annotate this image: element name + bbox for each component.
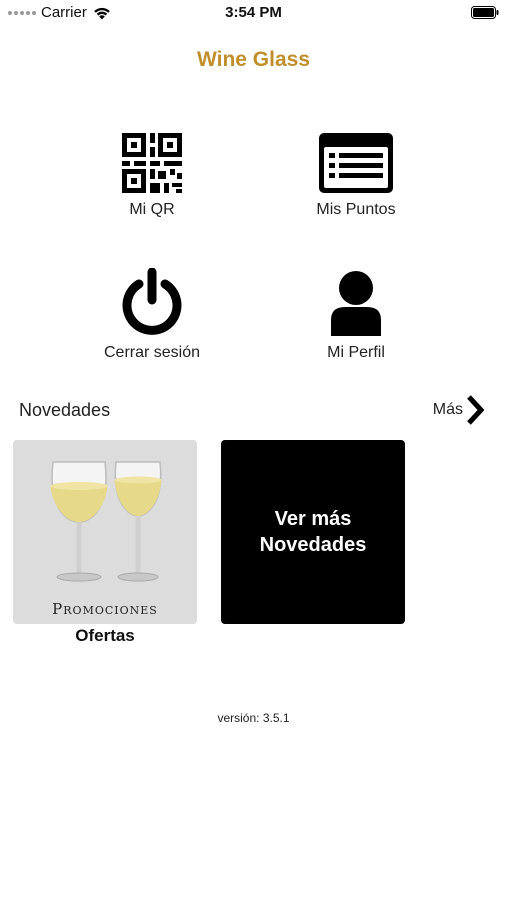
points-list-icon [319, 133, 393, 193]
menu-item-mi-qr[interactable]: Mi QR [67, 113, 237, 219]
more-news-card-text: Ver más Novedades [259, 508, 367, 556]
promo-card-caption: Promociones [52, 600, 158, 618]
user-icon [331, 271, 381, 336]
app-title: Wine Glass [196, 48, 311, 71]
more-news-link[interactable]: Más [433, 394, 485, 426]
power-icon-wrap [67, 256, 237, 336]
user-icon-wrap [271, 256, 441, 336]
points-icon-wrap [271, 113, 441, 193]
qr-icon-wrap [67, 113, 237, 193]
promo-card[interactable]: Promociones [13, 440, 197, 624]
menu-item-mis-puntos[interactable]: Mis Puntos [271, 113, 441, 219]
chevron-right-icon [467, 395, 485, 425]
promo-card-title: Ofertas [75, 626, 135, 645]
more-news-card[interactable]: Ver más Novedades [221, 440, 405, 624]
status-bar: Carrier 3:54 PM [0, 0, 507, 26]
menu-item-mi-perfil[interactable]: Mi Perfil [271, 256, 441, 362]
menu-label-mi-qr: Mi QR [129, 201, 175, 218]
wine-glasses-image [50, 461, 162, 582]
menu-label-cerrar-sesion: Cerrar sesión [103, 344, 201, 361]
more-news-label: Más [432, 401, 463, 418]
status-time: 3:54 PM [225, 4, 282, 21]
qr-code-icon [122, 133, 182, 193]
version-label: versión: 3.5.1 [217, 711, 290, 725]
menu-label-mi-perfil: Mi Perfil [327, 344, 385, 361]
menu-label-mis-puntos: Mis Puntos [316, 201, 396, 218]
power-icon [122, 268, 182, 335]
news-section-title: Novedades [19, 400, 111, 420]
menu-item-cerrar-sesion[interactable]: Cerrar sesión [67, 256, 237, 362]
battery-icon [471, 6, 499, 19]
